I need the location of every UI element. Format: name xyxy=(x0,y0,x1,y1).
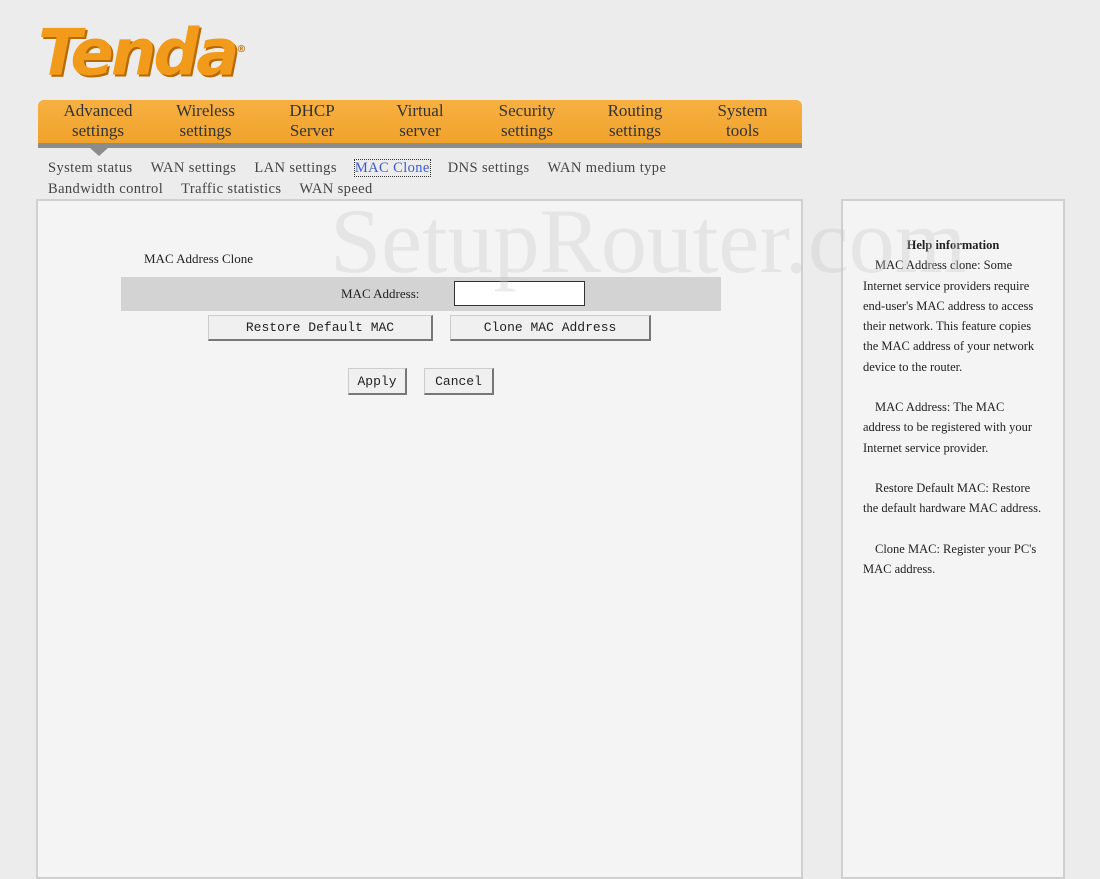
mac-address-row: MAC Address: xyxy=(121,277,721,311)
nav-dhcp-server[interactable]: DHCP Server xyxy=(253,100,371,143)
nav-security-settings[interactable]: Security settings xyxy=(469,100,585,143)
main-nav: Advanced settings Wireless settings DHCP Se… xyxy=(38,100,802,148)
subnav-bandwidth-control[interactable]: Bandwidth control xyxy=(48,181,163,197)
nav-system-tools[interactable]: System tools xyxy=(685,100,800,143)
nav-virtual-server[interactable]: Virtual server xyxy=(371,100,469,143)
subnav-traffic-statistics[interactable]: Traffic statistics xyxy=(181,181,281,197)
subnav-wan-settings[interactable]: WAN settings xyxy=(151,160,237,176)
subnav-lan-settings[interactable]: LAN settings xyxy=(254,160,337,176)
subnav-system-status[interactable]: System status xyxy=(48,160,133,176)
tenda-logo: Tenda® xyxy=(38,16,246,91)
nav-wireless-settings[interactable]: Wireless settings xyxy=(158,100,253,143)
cancel-button[interactable]: Cancel xyxy=(424,368,494,395)
clone-mac-address-button[interactable]: Clone MAC Address xyxy=(450,315,651,341)
help-paragraph: MAC Address clone: Some Internet service… xyxy=(863,258,1035,374)
help-panel: Help information MAC Address clone: Some… xyxy=(841,199,1065,879)
help-paragraph: MAC Address: The MAC address to be regis… xyxy=(863,400,1033,455)
subnav-wan-speed[interactable]: WAN speed xyxy=(299,181,372,197)
mac-address-input[interactable] xyxy=(454,281,585,306)
section-title: MAC Address Clone xyxy=(144,251,254,266)
restore-default-mac-button[interactable]: Restore Default MAC xyxy=(208,315,433,341)
help-paragraph: Clone MAC: Register your PC's MAC addres… xyxy=(863,541,1037,576)
main-panel: MAC Address Clone MAC Address: Restore D… xyxy=(36,199,803,879)
help-title: Help information xyxy=(906,238,1000,252)
subnav-dns-settings[interactable]: DNS settings xyxy=(448,160,530,176)
nav-advanced-settings[interactable]: Advanced settings xyxy=(38,100,158,143)
subnav-mac-clone[interactable]: MAC Clone xyxy=(353,159,431,177)
subnav-wan-medium-type[interactable]: WAN medium type xyxy=(548,160,667,176)
nav-routing-settings[interactable]: Routing settings xyxy=(585,100,685,143)
apply-button[interactable]: Apply xyxy=(348,368,407,395)
active-nav-indicator-icon xyxy=(90,148,108,156)
mac-address-label: MAC Address: xyxy=(341,286,420,301)
help-paragraph: Restore Default MAC: Restore the default… xyxy=(863,480,1042,516)
sub-nav: System status WAN settings LAN settings MAC… xyxy=(48,158,808,200)
